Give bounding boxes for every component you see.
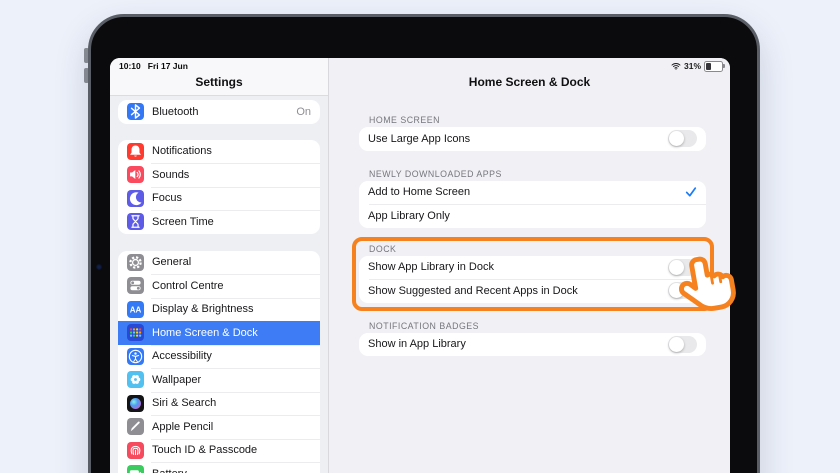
- sidebar-item-home-screen-dock[interactable]: Home Screen & Dock: [118, 321, 320, 345]
- show-in-app-library-toggle[interactable]: [668, 336, 697, 353]
- wifi-icon: [671, 62, 681, 70]
- use-large-app-icons-toggle[interactable]: [668, 130, 697, 147]
- status-date: Fri 17 Jun: [148, 61, 188, 71]
- settings-sidebar: Settings Bluetooth On: [110, 58, 329, 473]
- sidebar-group: Bluetooth On: [118, 100, 320, 124]
- speaker-icon: [127, 166, 144, 183]
- row-show-app-library-in-dock: Show App Library in Dock: [359, 256, 706, 280]
- accessibility-icon: [127, 348, 144, 365]
- sidebar-item-display-brightness[interactable]: AA Display & Brightness: [118, 298, 320, 322]
- ipad-frame: 10:10 Fri 17 Jun 31% Settings: [88, 14, 760, 473]
- sidebar-item-label: Battery: [152, 468, 187, 473]
- section-card: Use Large App Icons: [359, 127, 706, 151]
- row-label: Show in App Library: [368, 338, 466, 350]
- sidebar-item-label: Control Centre: [152, 280, 224, 292]
- row-label: Use Large App Icons: [368, 133, 470, 145]
- sidebar-item-label: Screen Time: [152, 216, 214, 228]
- apps-grid-icon: [127, 324, 144, 341]
- row-label: Show App Library in Dock: [368, 261, 494, 273]
- section-header-home-screen: HOME SCREEN: [369, 113, 706, 127]
- ipad-screen: 10:10 Fri 17 Jun 31% Settings: [110, 58, 730, 473]
- sidebar-item-label: Focus: [152, 192, 182, 204]
- sidebar-item-label: Apple Pencil: [152, 421, 213, 433]
- fingerprint-icon: [127, 442, 144, 459]
- sidebar-item-wallpaper[interactable]: Wallpaper: [118, 368, 320, 392]
- sidebar-item-label: Siri & Search: [152, 397, 216, 409]
- sidebar-body: Bluetooth On Notifications: [110, 96, 328, 473]
- front-camera: [96, 264, 102, 270]
- row-label: App Library Only: [368, 210, 450, 222]
- sidebar-item-siri-search[interactable]: Siri & Search: [118, 392, 320, 416]
- section-card: Add to Home Screen App Library Only: [359, 181, 706, 228]
- page: 10:10 Fri 17 Jun 31% Settings: [0, 0, 840, 473]
- section-header-dock: DOCK: [369, 242, 706, 256]
- hand-pointer-icon: [670, 246, 751, 327]
- hourglass-icon: [127, 213, 144, 230]
- sidebar-item-general[interactable]: General: [118, 251, 320, 275]
- section-card: Show App Library in Dock Show Suggested …: [359, 256, 706, 303]
- sidebar-item-label: Bluetooth: [152, 106, 198, 118]
- row-app-library-only[interactable]: App Library Only: [359, 204, 706, 228]
- sidebar-group: Notifications Sounds Focus: [118, 140, 320, 234]
- gear-icon: [127, 254, 144, 271]
- siri-icon: [127, 395, 144, 412]
- row-label: Show Suggested and Recent Apps in Dock: [368, 285, 578, 297]
- moon-icon: [127, 190, 144, 207]
- section-header-newly-downloaded-apps: NEWLY DOWNLOADED APPS: [369, 167, 706, 181]
- sidebar-item-label: Display & Brightness: [152, 303, 254, 315]
- flower-icon: [127, 371, 144, 388]
- bell-icon: [127, 143, 144, 160]
- sidebar-item-battery[interactable]: Battery: [118, 462, 320, 473]
- content-pane: Home Screen & Dock HOME SCREEN Use Large…: [329, 58, 730, 473]
- checkmark-icon: [685, 186, 697, 198]
- sidebar-item-label: Notifications: [152, 145, 212, 157]
- sidebar-item-label: Sounds: [152, 169, 189, 181]
- sidebar-item-screen-time[interactable]: Screen Time: [118, 210, 320, 234]
- sidebar-item-label: Touch ID & Passcode: [152, 444, 257, 456]
- sidebar-item-label: Wallpaper: [152, 374, 201, 386]
- sidebar-item-label: General: [152, 256, 191, 268]
- page-title: Home Screen & Dock: [329, 75, 730, 89]
- sidebar-item-bluetooth[interactable]: Bluetooth On: [118, 100, 320, 124]
- settings-sections: HOME SCREEN Use Large App Icons NEWLY DO…: [359, 96, 706, 356]
- status-bar-left: 10:10 Fri 17 Jun: [119, 61, 188, 71]
- row-show-in-app-library: Show in App Library: [359, 333, 706, 357]
- toggles-icon: [127, 277, 144, 294]
- display-brightness-icon: AA: [127, 301, 144, 318]
- section-card: Show in App Library: [359, 333, 706, 357]
- sidebar-item-focus[interactable]: Focus: [118, 187, 320, 211]
- bluetooth-icon: [127, 103, 144, 120]
- sidebar-item-accessibility[interactable]: Accessibility: [118, 345, 320, 369]
- section-header-notification-badges: NOTIFICATION BADGES: [369, 319, 706, 333]
- row-use-large-app-icons: Use Large App Icons: [359, 127, 706, 151]
- battery-percent: 31%: [684, 61, 701, 71]
- row-label: Add to Home Screen: [368, 186, 470, 198]
- sidebar-title: Settings: [195, 75, 242, 89]
- sidebar-group: General Control Centre AA D: [118, 251, 320, 473]
- sidebar-item-touch-id-passcode[interactable]: Touch ID & Passcode: [118, 439, 320, 463]
- sidebar-item-value: On: [296, 106, 311, 118]
- sidebar-item-label: Home Screen & Dock: [152, 327, 258, 339]
- sidebar-item-sounds[interactable]: Sounds: [118, 163, 320, 187]
- status-bar-right: 31%: [671, 61, 723, 72]
- sidebar-item-apple-pencil[interactable]: Apple Pencil: [118, 415, 320, 439]
- sidebar-item-label: Accessibility: [152, 350, 212, 362]
- sidebar-item-notifications[interactable]: Notifications: [118, 140, 320, 164]
- sidebar-item-control-centre[interactable]: Control Centre: [118, 274, 320, 298]
- svg-text:AA: AA: [130, 305, 142, 314]
- status-time: 10:10: [119, 61, 141, 71]
- row-add-to-home-screen[interactable]: Add to Home Screen: [359, 181, 706, 205]
- row-show-suggested-recent-apps: Show Suggested and Recent Apps in Dock: [359, 279, 706, 303]
- pencil-icon: [127, 418, 144, 435]
- battery-icon: [704, 61, 723, 72]
- battery-icon: [127, 465, 144, 473]
